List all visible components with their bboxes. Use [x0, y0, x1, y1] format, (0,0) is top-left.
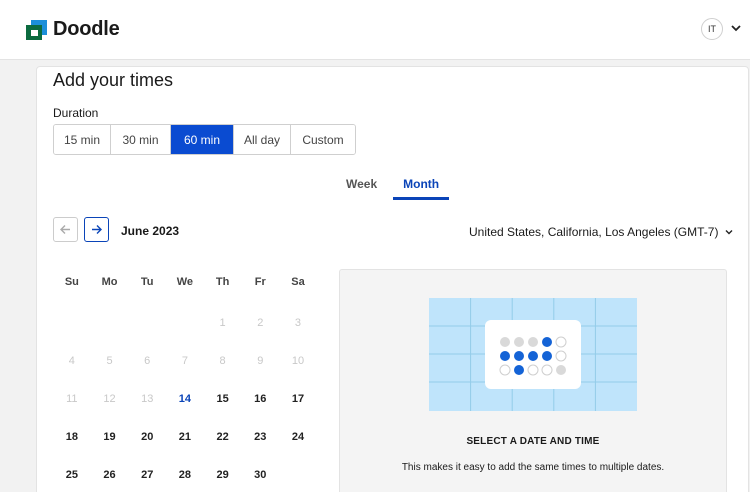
calendar-day-21[interactable]: 21 [166, 431, 204, 469]
illustration-dot [555, 350, 567, 362]
calendar-day-10: 10 [291, 355, 305, 367]
duration-option-all-day[interactable]: All day [234, 125, 291, 154]
illustration-dot [499, 364, 511, 376]
calendar-day-15[interactable]: 15 [204, 393, 242, 431]
calendar-day-22[interactable]: 22 [204, 431, 242, 469]
calendar-day-19[interactable]: 19 [91, 431, 129, 469]
calendar-day-14[interactable]: 14 [166, 393, 204, 431]
timezone-selector[interactable]: United States, California, Los Angeles (… [469, 225, 734, 239]
calendar-day-18[interactable]: 18 [53, 431, 91, 469]
calendar-empty-cell [279, 469, 317, 492]
calendar-day-17[interactable]: 17 [279, 393, 317, 431]
calendar-day-1: 1 [219, 317, 226, 329]
calendar-empty-cell [53, 317, 91, 355]
brand-name: Doodle [53, 18, 120, 40]
tab-month[interactable]: Month [393, 172, 450, 200]
illustration-dot [514, 351, 524, 361]
calendar-day-25[interactable]: 25 [53, 469, 91, 492]
weekday-label: Su [64, 276, 79, 288]
weekday-header: Su Mo Tu We Th Fr Sa [53, 276, 317, 294]
calendar-day-27[interactable]: 27 [128, 469, 166, 492]
calendar-week-row: 18 19 20 21 22 23 24 [53, 431, 317, 469]
calendar-day-4: 4 [68, 355, 75, 367]
calendar-day-7: 7 [181, 355, 188, 367]
calendar-week-row: 11 12 13 14 15 16 17 [53, 393, 317, 431]
duration-option-custom[interactable]: Custom [291, 125, 355, 154]
chevron-down-icon[interactable] [729, 21, 743, 35]
calendar-day-30[interactable]: 30 [241, 469, 279, 492]
illustration-dot [528, 337, 538, 347]
calendar-empty-cell [91, 317, 129, 355]
duration-label: Duration [53, 106, 99, 120]
weekday-label: Mo [101, 276, 118, 288]
illustration-dot [542, 351, 552, 361]
doodle-logo[interactable]: Doodle [26, 18, 120, 41]
view-tabs: Week Month [338, 172, 450, 200]
weekday-label: Th [215, 276, 230, 288]
calendar-week-row: 4 5 6 7 8 9 10 [53, 355, 317, 393]
calendar-day-26[interactable]: 26 [91, 469, 129, 492]
calendar-day-23[interactable]: 23 [241, 431, 279, 469]
duration-option-15-min[interactable]: 15 min [54, 125, 111, 154]
calendar-day-24[interactable]: 24 [279, 431, 317, 469]
month-label: June 2023 [121, 224, 180, 238]
calendar-week-row: 25 26 27 28 29 30 [53, 469, 317, 492]
calendar-empty-cell [128, 317, 166, 355]
calendar-day-13: 13 [141, 393, 154, 405]
calendar-day-9: 9 [257, 355, 264, 367]
arrow-right-icon [92, 225, 102, 234]
calendar-week-row: 1 2 3 [53, 317, 317, 355]
tab-week[interactable]: Week [338, 172, 385, 200]
illustration-dot [541, 364, 553, 376]
month-calendar: Su Mo Tu We Th Fr Sa 1 2 3 4 5 6 7 8 9 10 11 12 13 14… [53, 276, 317, 492]
avatar[interactable]: IT [701, 18, 723, 40]
illustration-dot [527, 364, 539, 376]
duration-selector: 15 min 30 min 60 min All day Custom [53, 124, 356, 155]
illustration-dot [514, 337, 524, 347]
illustration-dot [500, 337, 510, 347]
weekday-label: We [176, 276, 194, 288]
illustration-dot [514, 365, 524, 375]
calendar-day-29[interactable]: 29 [204, 469, 242, 492]
empty-state-description: This makes it easy to add the same times… [401, 462, 665, 473]
calendar-day-12: 12 [103, 393, 116, 405]
illustration-dot [528, 351, 538, 361]
calendar-day-3: 3 [294, 317, 302, 329]
illustration-dot [500, 351, 510, 361]
top-bar: Doodle IT [0, 0, 750, 60]
calendar-day-8: 8 [219, 355, 226, 367]
calendar-day-11: 11 [66, 393, 78, 405]
calendar-day-2: 2 [257, 317, 264, 329]
duration-option-60-min[interactable]: 60 min [171, 125, 234, 154]
illustration-dot [555, 336, 567, 348]
calendar-day-6: 6 [144, 355, 151, 367]
empty-state-title: SELECT A DATE AND TIME [466, 436, 600, 447]
calendar-day-28[interactable]: 28 [166, 469, 204, 492]
doodle-logo-icon [26, 19, 47, 40]
calendar-day-5: 5 [106, 355, 113, 367]
illustration-dot [556, 365, 566, 375]
calendar-illustration [429, 298, 637, 411]
page-title: Add your times [53, 70, 174, 90]
next-month-button[interactable] [84, 217, 109, 242]
chevron-down-icon [725, 230, 733, 235]
weekday-label: Tu [140, 276, 154, 288]
duration-option-30-min[interactable]: 30 min [111, 125, 171, 154]
calendar-day-16[interactable]: 16 [241, 393, 279, 431]
weekday-label: Sa [291, 276, 305, 288]
arrow-left-icon [60, 225, 70, 234]
timezone-label: United States, California, Los Angeles (… [469, 225, 719, 239]
weekday-label: Fr [254, 276, 266, 288]
illustration-dot [542, 337, 552, 347]
calendar-day-20[interactable]: 20 [128, 431, 166, 469]
previous-month-button[interactable] [53, 217, 78, 242]
calendar-empty-cell [166, 317, 204, 355]
